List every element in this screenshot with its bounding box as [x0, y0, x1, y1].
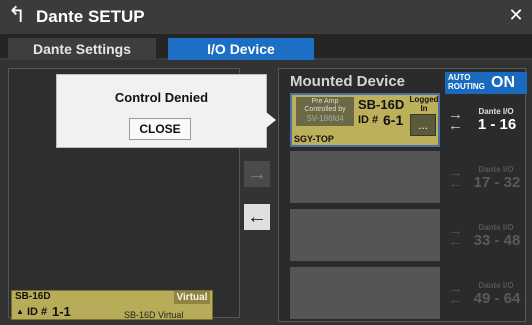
- device-slot-4[interactable]: [290, 267, 440, 319]
- virtual-device-model: SB-16D: [15, 291, 51, 302]
- close-icon[interactable]: ✕: [504, 3, 528, 27]
- device-slot-3[interactable]: [290, 209, 440, 261]
- auto-routing-state: ON: [491, 74, 515, 91]
- virtual-model-desc: SB-16D Virtual: [124, 310, 184, 320]
- virtual-badge: Virtual: [174, 291, 210, 304]
- transfer-arrows-icon: → ←: [448, 164, 463, 192]
- triangle-up-icon: ▲: [16, 307, 24, 316]
- transfer-arrows-icon: → ←: [448, 280, 463, 308]
- transfer-arrows-icon: → ←: [448, 222, 463, 250]
- device-name: SGY-TOP: [294, 134, 334, 144]
- arrow-right-icon[interactable]: →: [244, 161, 270, 187]
- dante-io-label-3: Dante I/O: [478, 223, 514, 232]
- preamp-label-2: Controlled by: [304, 106, 346, 113]
- dante-io-range-2: 17 - 32: [473, 174, 521, 191]
- dante-io-label-4: Dante I/O: [478, 281, 514, 290]
- device-model: SB-16D: [358, 97, 405, 112]
- virtual-id-value: 1-1: [52, 304, 71, 319]
- dante-io-range-3: 33 - 48: [473, 232, 521, 249]
- more-options-button[interactable]: ...: [410, 114, 436, 136]
- back-arrow-icon[interactable]: ↰: [4, 2, 30, 28]
- dante-io-label-2: Dante I/O: [478, 165, 514, 174]
- logged-in-label: Logged In: [409, 95, 439, 113]
- dante-io-label-1: Dante I/O: [478, 107, 514, 116]
- preamp-label-1: Pre Amp: [311, 98, 339, 105]
- mounted-device-title: Mounted Device: [290, 73, 406, 90]
- virtual-id-label: ID #: [27, 306, 48, 318]
- tab-io-device[interactable]: I/O Device: [168, 38, 314, 60]
- dante-io-range-4: 49 - 64: [473, 290, 521, 307]
- dante-io-range-1: 1 - 16: [477, 116, 517, 133]
- transfer-arrows-icon: → ←: [448, 106, 463, 134]
- device-id-value: 6-1: [383, 112, 404, 128]
- device-slot-2[interactable]: [290, 151, 440, 203]
- preamp-controller-id: SV-186fd4: [306, 114, 344, 123]
- popup-message: Control Denied: [114, 90, 209, 105]
- page-title: Dante SETUP: [36, 7, 145, 26]
- auto-routing-label: AUTO ROUTING: [448, 73, 485, 91]
- device-id-label: ID #: [358, 114, 379, 126]
- popup-pointer: [266, 112, 276, 128]
- tab-dante-settings[interactable]: Dante Settings: [8, 38, 156, 60]
- arrow-left-icon[interactable]: ←: [244, 204, 270, 230]
- popup-close-button[interactable]: CLOSE: [129, 118, 191, 140]
